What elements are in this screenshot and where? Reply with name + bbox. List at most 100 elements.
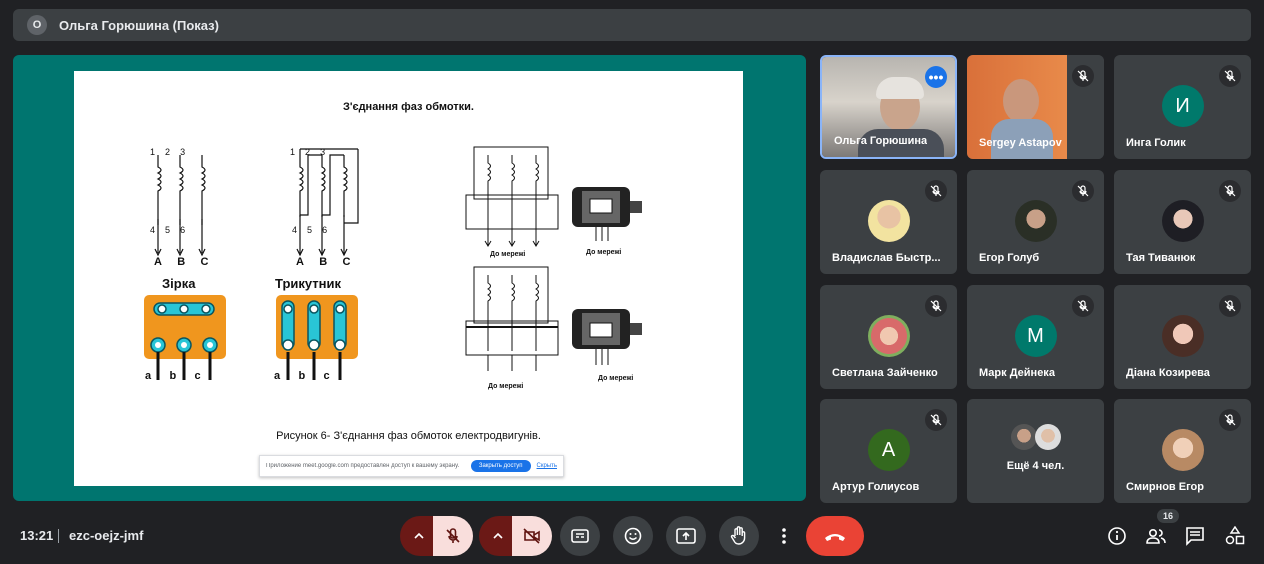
presentation-stage: З'єднання фаз обмотки. 1 2 3 4 5 6 A B C… [13,55,806,501]
participant-name: Инга Голик [1126,137,1186,149]
present-screen-button[interactable] [666,516,706,556]
screen-share-notice: Приложение meet.google.com предоставлен … [259,455,564,477]
motor-drawing-bottom [572,309,642,365]
reactions-button[interactable] [613,516,653,556]
participant-name: Смирнов Егор [1126,481,1204,493]
chevron-up-icon [493,532,503,539]
people-button[interactable] [1138,518,1174,554]
presenter-title: Ольга Горюшина (Показ) [59,17,219,33]
delta-bottom-numbers: 4 5 6 [292,225,328,235]
slide-caption: Рисунок 6- З'єднання фаз обмоток електро… [276,430,541,442]
mic-toggle-button[interactable] [433,516,473,556]
participant-name: Светлана Зайченко [832,367,938,379]
delta-schematic [296,148,359,257]
camera-off-icon [523,528,540,544]
participant-name: Владислав Быстр... [832,252,941,264]
star-phase-letters: A B C [154,256,209,268]
star-label: Зірка [162,276,196,291]
participant-tile[interactable]: Діана Козирева [1114,285,1251,389]
delta-box-letters: a b c [274,370,330,382]
hang-up-icon [825,534,845,541]
activities-icon [1225,526,1245,545]
more-participants-tile[interactable]: Ещё 4 чел. [967,399,1104,503]
delta-terminal-box [276,295,358,380]
participant-tile[interactable]: Владислав Быстр... [820,170,957,274]
delta-label: Трикутник [275,276,341,291]
chat-button[interactable] [1177,518,1213,554]
info-icon [1108,527,1126,545]
muted-mic-icon [1072,65,1094,87]
participant-tile[interactable]: Светлана Зайченко [820,285,957,389]
muted-mic-icon [1072,180,1094,202]
network-label-1: До мережі [490,251,526,258]
motor-schematic-top [465,146,559,247]
clock: 13:21 [20,528,54,543]
muted-mic-icon [1219,409,1241,431]
mic-off-icon [446,528,460,543]
present-icon [676,528,696,544]
divider [58,529,59,543]
motor-drawing-top [572,187,642,241]
meeting-details-button[interactable] [1099,518,1135,554]
delta-phase-letters: A B C [296,256,351,268]
delta-top-numbers: 1 2 3 [290,147,326,157]
avatar: М [1014,315,1057,357]
participant-tile[interactable]: Смирнов Егор [1114,399,1251,503]
stop-sharing-button[interactable]: Закрыть доступ [470,460,531,472]
more-vert-icon [782,528,786,544]
meeting-code: ezc-oejz-jmf [69,528,144,543]
more-options-icon[interactable]: ••• [925,66,947,88]
participant-tile[interactable]: ••• Ольга Горюшина [820,55,957,159]
activities-button[interactable] [1217,518,1253,554]
participant-name: Марк Дейнека [979,367,1055,379]
muted-mic-icon [1219,180,1241,202]
captions-button[interactable] [560,516,600,556]
motor-schematic-bottom [465,266,559,371]
hide-link[interactable]: Скрыть [537,463,557,469]
muted-mic-icon [1219,295,1241,317]
avatar [1035,424,1061,450]
network-label-4: До мережі [598,375,634,382]
participant-tile[interactable]: М Марк Дейнека [967,285,1104,389]
avatar [867,200,910,242]
leave-call-button[interactable] [806,516,864,556]
camera-toggle-button[interactable] [512,516,552,556]
participant-name: Тая Тиванюк [1126,252,1196,264]
participant-tile[interactable]: А Артур Голиусов [820,399,957,503]
chat-icon [1186,527,1204,546]
star-bottom-numbers: 4 5 6 [150,225,186,235]
participant-tile[interactable]: Егор Голуб [967,170,1104,274]
muted-mic-icon [925,295,947,317]
avatar [1014,200,1057,242]
star-terminal-box [144,295,226,380]
avatar [1161,315,1204,357]
avatar [867,315,910,357]
participant-tile[interactable]: Sergey Astapov [967,55,1104,159]
chevron-up-icon [414,532,424,539]
presenter-bar: О Ольга Горюшина (Показ) [13,9,1251,41]
more-options-button[interactable] [772,516,796,556]
participant-name: Егор Голуб [979,252,1040,264]
avatar [1161,200,1204,242]
participant-name: Артур Голиусов [832,481,920,493]
shared-slide: З'єднання фаз обмотки. 1 2 3 4 5 6 A B C… [74,71,743,486]
network-label-3: До мережі [488,383,524,390]
network-label-2: До мережі [586,249,622,256]
raise-hand-button[interactable] [719,516,759,556]
avatar: А [867,429,910,471]
avatar [1161,429,1204,471]
star-schematic [154,155,206,257]
hair-shape [876,77,924,99]
muted-mic-icon [925,409,947,431]
muted-mic-icon [1072,295,1094,317]
bottom-bar: 13:21 ezc-oejz-jmf 16 [0,505,1264,564]
participant-tile[interactable]: И Инга Голик [1114,55,1251,159]
presenter-avatar: О [27,15,47,35]
participant-name: Sergey Astapov [979,137,1062,149]
face-shape [1003,79,1039,123]
participant-name: Діана Козирева [1126,367,1210,379]
participant-tile[interactable]: Тая Тиванюк [1114,170,1251,274]
share-message: Приложение meet.google.com предоставлен … [266,463,460,469]
star-top-numbers: 1 2 3 [150,147,186,157]
people-icon [1146,528,1166,544]
